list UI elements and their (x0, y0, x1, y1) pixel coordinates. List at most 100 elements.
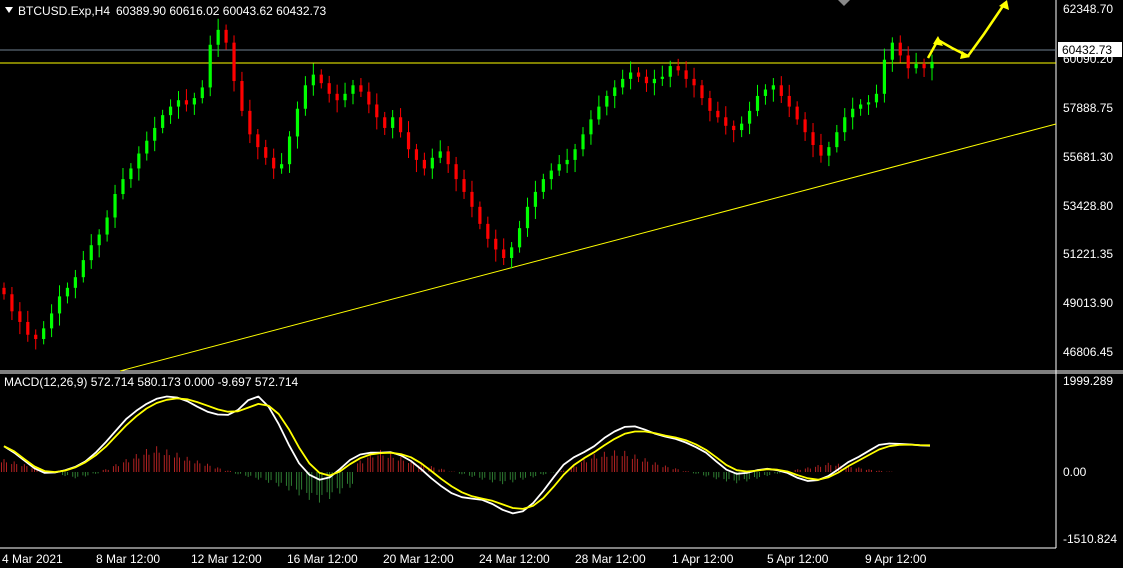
candle-bear (486, 223, 490, 239)
candle-bull (105, 217, 109, 235)
candle-bull (295, 108, 300, 137)
macd-tick: -1510.824 (1063, 532, 1117, 546)
candle-bear (700, 85, 704, 99)
candle-bear (319, 74, 323, 84)
candle-bear (232, 42, 236, 82)
candle-bull (549, 170, 553, 180)
candle-bull (557, 164, 561, 171)
candle-bull (866, 102, 871, 105)
candle-bear (367, 91, 371, 105)
candle-bull (541, 179, 545, 192)
candle-bull (914, 63, 918, 69)
candle-bull (763, 89, 768, 96)
candle-bear (256, 134, 260, 148)
price-tick: 57888.75 (1063, 101, 1113, 115)
candle-bear (795, 106, 799, 120)
candle-bear (406, 132, 411, 150)
candle-bull (430, 157, 434, 169)
candle-bull (129, 168, 133, 180)
candle-bear (414, 149, 419, 160)
current-price-label: 60432.73 (1062, 43, 1112, 57)
candle-bear (335, 93, 339, 101)
candle-bull (137, 153, 141, 169)
candle-bull (755, 95, 760, 111)
candle-bear (779, 85, 783, 96)
candle-bear (636, 72, 641, 77)
candle-bull (121, 179, 125, 195)
candle-bull (65, 287, 70, 297)
candle-bull (882, 59, 887, 94)
candle-bear (922, 63, 926, 69)
candle-bull (168, 106, 173, 116)
candle-bear (494, 238, 498, 250)
candle-bull (73, 277, 77, 288)
candle-bull (153, 127, 157, 141)
candle-bull (216, 29, 220, 45)
candle-bull (589, 119, 593, 135)
price-tick: 53428.80 (1063, 199, 1113, 213)
candle-bull (771, 85, 775, 90)
candle-bear (906, 55, 910, 69)
candle-bear (724, 117, 728, 126)
candle-bull (525, 206, 530, 229)
time-tick: 9 Apr 12:00 (865, 552, 927, 566)
candle-bull (628, 72, 633, 79)
candle-bull (208, 44, 212, 88)
price-tick: 51221.35 (1063, 247, 1113, 261)
candle-bear (184, 100, 189, 105)
candle-bear (2, 287, 6, 295)
candle-bull (565, 159, 569, 165)
price-tick: 55681.30 (1063, 150, 1113, 164)
time-tick: 16 Mar 12:00 (287, 552, 358, 566)
candle-bear (398, 117, 403, 133)
time-tick: 5 Apr 12:00 (767, 552, 829, 566)
candle-bull (145, 140, 149, 154)
time-tick: 12 Mar 12:00 (191, 552, 262, 566)
candle-bull (113, 194, 117, 218)
candle-bear (10, 294, 14, 312)
candle-bear (787, 95, 791, 107)
candle-bear (803, 119, 807, 133)
candle-bear (327, 83, 331, 94)
candle-bull (57, 296, 62, 314)
candle-bear (644, 76, 649, 84)
candle-bear (470, 191, 474, 207)
candle-bull (303, 85, 308, 109)
candle-bull (280, 164, 284, 169)
candle-bull (343, 93, 347, 101)
candle-bull (843, 117, 847, 133)
candle-bear (34, 334, 38, 340)
macd-tick: 0.00 (1063, 465, 1087, 479)
candle-bull (311, 74, 315, 86)
time-tick: 4 Mar 2021 (2, 552, 63, 566)
candle-bull (581, 134, 585, 150)
price-tick: 46806.45 (1063, 345, 1113, 359)
candle-bull (621, 78, 625, 88)
candle-bear (248, 110, 252, 135)
candle-bull (89, 245, 93, 261)
candle-bull (176, 100, 181, 107)
candle-bull (835, 132, 839, 148)
candle-bull (391, 117, 395, 128)
candle-bull (740, 123, 744, 131)
candle-bull (573, 149, 577, 160)
macd-label: MACD(12,26,9) 572.714 580.173 0.000 -9.6… (4, 375, 299, 389)
candle-bear (692, 78, 696, 86)
candle-bear (819, 144, 823, 156)
candle-bull (613, 87, 617, 96)
candle-bull (890, 42, 894, 60)
ohlc-values: 60389.90 60616.02 60043.62 60432.73 (116, 4, 327, 18)
time-tick: 28 Mar 12:00 (575, 552, 646, 566)
candle-bear (264, 147, 268, 158)
price-tick: 49013.90 (1063, 296, 1113, 310)
candle-bear (478, 206, 482, 224)
time-tick: 1 Apr 12:00 (672, 552, 734, 566)
candle-bear (684, 70, 688, 79)
candle-bull (605, 95, 609, 107)
candle-bull (200, 87, 204, 99)
candle-bull (438, 151, 442, 158)
chart-canvas: BTCUSD.Exp,H4 60389.90 60616.02 60043.62… (0, 0, 1123, 568)
candle-bear (18, 311, 22, 322)
candle-bear (716, 110, 720, 118)
candle-bear (26, 321, 30, 335)
